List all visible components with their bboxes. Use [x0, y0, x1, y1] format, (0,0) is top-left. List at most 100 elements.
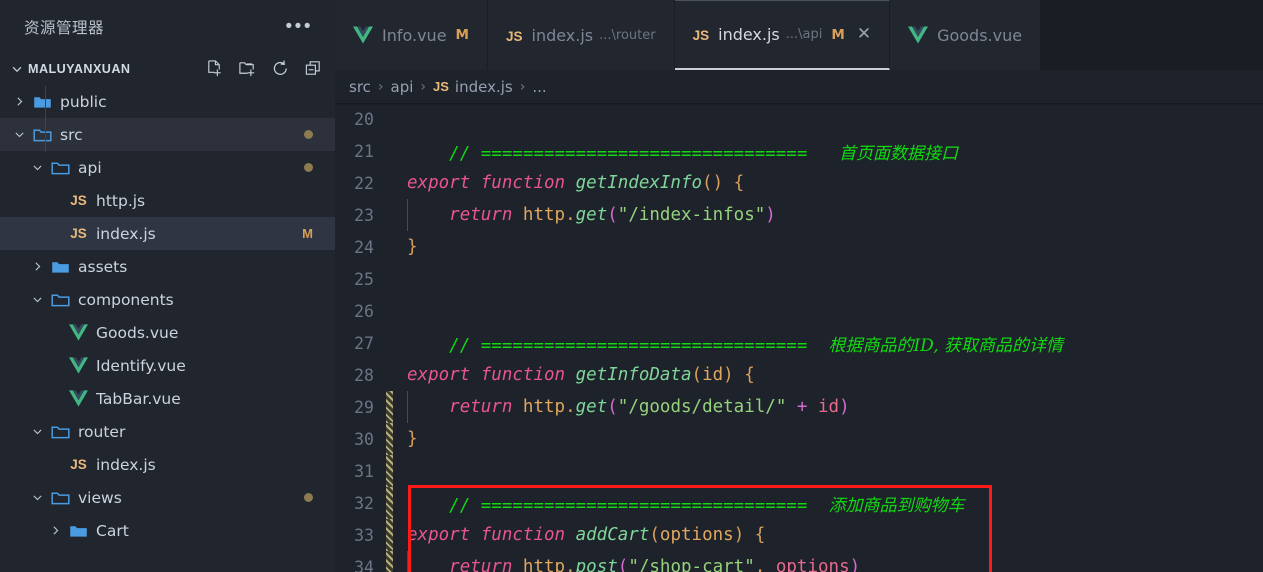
folder-icon: [30, 127, 55, 143]
tree-item-src[interactable]: src: [0, 118, 335, 151]
tab-label: Goods.vue: [937, 25, 1023, 45]
folder-icon: [48, 424, 73, 440]
code-token: // ===============================: [449, 335, 808, 356]
code-text: }: [395, 237, 418, 257]
code-line: 27 // =============================== 根据…: [335, 327, 1263, 359]
chevron-down-icon[interactable]: [8, 128, 30, 141]
code-line: 22 export function getIndexInfo() {: [335, 167, 1263, 199]
indent-guide: [45, 86, 46, 152]
code-token: ,: [754, 557, 766, 572]
code-token: ): [839, 397, 850, 417]
tree-item-http-js[interactable]: JS http.js: [0, 184, 335, 217]
code-token: (: [691, 365, 703, 385]
refresh-icon[interactable]: [271, 59, 290, 78]
new-file-icon[interactable]: [205, 59, 224, 78]
code-token: }: [407, 429, 418, 449]
gutter-change-marker: [383, 487, 395, 519]
tree-item-goods-vue[interactable]: Goods.vue: [0, 316, 335, 349]
code-token: return: [449, 557, 513, 572]
breadcrumb-item-api[interactable]: api: [391, 78, 414, 96]
breadcrumb-item--[interactable]: ...: [532, 78, 546, 96]
line-number: 27: [354, 333, 374, 353]
tree-item-label: assets: [78, 257, 128, 276]
code-text: export function addCart(options) {: [395, 525, 765, 545]
ellipsis-icon[interactable]: •••: [280, 17, 319, 36]
chevron-right-icon[interactable]: [8, 95, 30, 108]
breadcrumb-item-index-js[interactable]: JS index.js: [433, 78, 513, 96]
code-token: ): [733, 525, 745, 545]
tree-item-label: index.js: [96, 224, 156, 243]
code-token: {: [733, 173, 745, 193]
editor-tab-info-vue[interactable]: Info.vue M: [335, 0, 488, 70]
gutter-change-marker: [383, 391, 395, 423]
line-number: 30: [354, 429, 374, 449]
code-token: 添加商品到购物车: [828, 495, 965, 516]
code-line: 24}: [335, 231, 1263, 263]
js-file-icon: JS: [66, 457, 91, 472]
tree-item-public[interactable]: public: [0, 85, 335, 118]
tree-item-assets[interactable]: assets: [0, 250, 335, 283]
chevron-right-icon[interactable]: [26, 260, 48, 273]
tree-item-router[interactable]: router: [0, 415, 335, 448]
chevron-down-icon[interactable]: [26, 161, 48, 174]
code-token: (: [607, 205, 618, 225]
code-token: // ===============================: [449, 495, 808, 516]
tree-item-tabbar-vue[interactable]: TabBar.vue: [0, 382, 335, 415]
tree-item-views[interactable]: views: [0, 481, 335, 514]
tree-item-components[interactable]: components: [0, 283, 335, 316]
code-editor[interactable]: 20 21 // =============================== …: [335, 103, 1263, 572]
line-number: 21: [354, 141, 374, 161]
tree-item-label: api: [78, 158, 102, 177]
explorer-folder-header[interactable]: MALUYANXUAN: [0, 53, 335, 84]
code-token: 根据商品的ID, 获取商品的详情: [828, 335, 1064, 356]
git-status-badge: M: [302, 226, 313, 241]
code-token: return: [449, 205, 513, 225]
chevron-down-icon[interactable]: [26, 293, 48, 306]
editor-tab-index-js-router[interactable]: JS index.js ...\router: [487, 0, 675, 70]
unsaved-dot: [304, 163, 313, 172]
indent-guide: [407, 551, 408, 572]
tree-item-label: Cart: [96, 521, 129, 540]
collapse-all-icon[interactable]: [304, 59, 323, 78]
code-token: "/shop-cart": [628, 557, 755, 572]
code-token: options: [775, 557, 850, 572]
gutter: [383, 103, 395, 135]
tree-item-label: router: [78, 422, 126, 441]
js-file-icon: JS: [70, 226, 87, 241]
code-token: getIndexInfo: [575, 173, 703, 193]
tree-item-api[interactable]: api: [0, 151, 335, 184]
tree-item-cart[interactable]: Cart: [0, 514, 335, 547]
js-file-icon: JS: [433, 79, 449, 94]
code-token: }: [407, 237, 418, 257]
explorer-sidebar: 资源管理器 ••• MALUYANXUAN public src api JS …: [0, 0, 335, 572]
chevron-down-icon[interactable]: [26, 425, 48, 438]
code-token: {: [754, 525, 766, 545]
breadcrumb-item-src[interactable]: src: [349, 78, 371, 96]
editor-tab-index-js-api[interactable]: JS index.js ...\api M ✕: [674, 0, 891, 70]
code-token: (: [649, 525, 660, 545]
line-number: 24: [354, 237, 374, 257]
js-file-icon: JS: [66, 193, 91, 208]
chevron-right-icon[interactable]: [44, 524, 66, 537]
gutter-change-marker: [383, 519, 395, 551]
tree-item-index-js[interactable]: JS index.js M: [0, 217, 335, 250]
new-folder-icon[interactable]: [238, 59, 257, 78]
code-token: id: [702, 365, 724, 385]
code-line: 32 // =============================== 添加…: [335, 487, 1263, 519]
chevron-down-icon[interactable]: [26, 491, 48, 504]
tab-close-icon[interactable]: ✕: [857, 26, 871, 43]
tree-item-label: src: [60, 125, 83, 144]
editor-tab-goods-vue[interactable]: Goods.vue: [890, 0, 1042, 70]
tree-item-identify-vue[interactable]: Identify.vue: [0, 349, 335, 382]
code-line: 20: [335, 103, 1263, 135]
tree-item-index-js[interactable]: JS index.js: [0, 448, 335, 481]
chevron-down-icon[interactable]: [8, 60, 26, 78]
vue-file-icon: [908, 26, 929, 44]
